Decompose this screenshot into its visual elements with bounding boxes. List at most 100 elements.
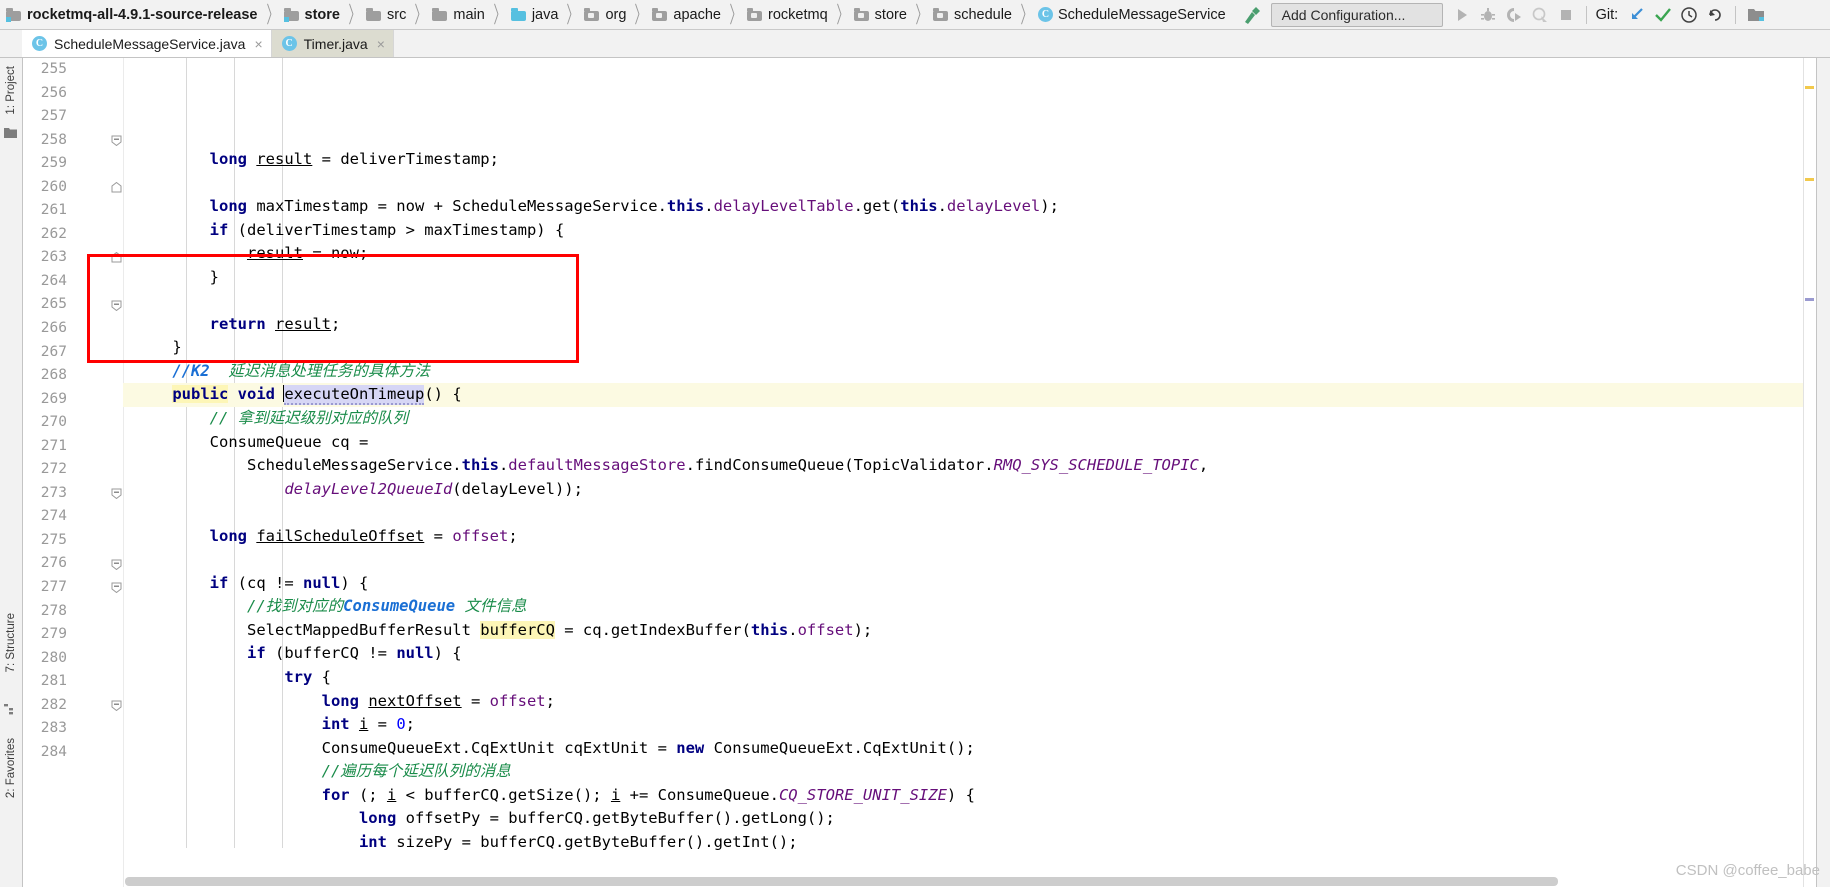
- code-line[interactable]: [123, 548, 1803, 572]
- sidebar-item-structure[interactable]: 7: Structure: [5, 613, 17, 672]
- close-icon[interactable]: ×: [254, 37, 262, 51]
- update-arrow-icon[interactable]: [1624, 3, 1650, 27]
- code-line[interactable]: public void executeOnTimeup() {: [123, 383, 1803, 408]
- editor-gutter[interactable]: 255 256 257 258 259 260 261 262 263 264 265 266 267 2…: [23, 58, 124, 887]
- editor-marker-strip[interactable]: [1803, 58, 1816, 887]
- horizontal-scrollbar[interactable]: [123, 877, 1789, 887]
- code-line[interactable]: //K2 延迟消息处理任务的具体方法: [123, 360, 1803, 384]
- code-line[interactable]: [123, 289, 1803, 313]
- package-icon: [932, 8, 949, 22]
- code-token: = cq.getIndexBuffer(: [554, 620, 751, 639]
- undo-icon[interactable]: [1702, 3, 1728, 27]
- line-number: 283: [40, 720, 67, 737]
- code-line[interactable]: long result = deliverTimestamp;: [123, 148, 1803, 172]
- code-line[interactable]: ConsumeQueue cq =: [123, 431, 1803, 455]
- play-icon[interactable]: [1449, 3, 1475, 27]
- run-coverage-icon[interactable]: [1501, 3, 1527, 27]
- code-line[interactable]: //遍历每个延迟队列的消息: [123, 760, 1803, 784]
- toolbar-divider-2: [1735, 5, 1737, 24]
- fold-collapse-icon[interactable]: [111, 559, 122, 570]
- code-line[interactable]: ScheduleMessageService.this.defaultMessa…: [123, 454, 1803, 478]
- code-line[interactable]: result = now;: [123, 242, 1803, 266]
- run-configuration-selector[interactable]: Add Configuration...: [1270, 2, 1443, 27]
- code-line[interactable]: delayLevel2QueueId(delayLevel));: [123, 478, 1803, 502]
- line-number: 276: [40, 555, 67, 572]
- code-line[interactable]: ConsumeQueueExt.CqExtUnit cqExtUnit = ne…: [123, 737, 1803, 761]
- package-icon: [853, 8, 870, 22]
- code-line[interactable]: long offsetPy = bufferCQ.getByteBuffer()…: [123, 807, 1803, 831]
- code-token: this: [666, 197, 705, 216]
- code-token: ) {: [340, 573, 369, 592]
- fold-collapse-icon[interactable]: [111, 135, 122, 146]
- breadcrumb-item-rocketmq[interactable]: rocketmq: [745, 7, 833, 23]
- checkmark-icon[interactable]: [1650, 3, 1676, 27]
- code-line[interactable]: if (deliverTimestamp > maxTimestamp) {: [123, 219, 1803, 243]
- sidebar-item-favorites[interactable]: 2: Favorites: [5, 738, 17, 798]
- line-number: 266: [40, 320, 67, 337]
- editor-tab-timer[interactable]: Timer.java ×: [271, 30, 394, 57]
- code-line[interactable]: SelectMappedBufferResult bufferCQ = cq.g…: [123, 619, 1803, 643]
- breadcrumb-item-org[interactable]: org: [582, 7, 631, 23]
- breadcrumb-item-schedule[interactable]: schedule: [931, 7, 1017, 23]
- code-line[interactable]: long maxTimestamp = now + ScheduleMessag…: [123, 195, 1803, 219]
- fold-end-icon[interactable]: [111, 252, 122, 263]
- project-icon[interactable]: [1743, 3, 1769, 27]
- code-line[interactable]: long failScheduleOffset = offset;: [123, 525, 1803, 549]
- fold-collapse-icon[interactable]: [111, 300, 122, 311]
- code-line[interactable]: if (bufferCQ != null) {: [123, 642, 1803, 666]
- scrollbar-thumb[interactable]: [125, 877, 1558, 886]
- code-line[interactable]: for (; i < bufferCQ.getSize(); i += Cons…: [123, 784, 1803, 808]
- breadcrumb-item-store[interactable]: store: [852, 7, 912, 23]
- code-token: =: [368, 715, 397, 734]
- code-text-area[interactable]: long result = deliverTimestamp; long max…: [123, 58, 1803, 887]
- fold-collapse-icon[interactable]: [111, 582, 122, 594]
- warning-marker[interactable]: [1805, 86, 1814, 89]
- code-line[interactable]: }: [123, 336, 1803, 360]
- code-line[interactable]: //找到对应的ConsumeQueue 文件信息: [123, 595, 1803, 619]
- breadcrumb-item-src[interactable]: src: [364, 7, 411, 23]
- profiler-icon[interactable]: [1527, 3, 1553, 27]
- git-label: Git:: [1595, 6, 1619, 23]
- info-marker[interactable]: [1805, 298, 1814, 301]
- code-line[interactable]: long nextOffset = offset;: [123, 690, 1803, 714]
- warning-marker[interactable]: [1805, 178, 1814, 181]
- code-line[interactable]: }: [123, 266, 1803, 290]
- fold-end-icon[interactable]: [111, 181, 122, 193]
- code-token: this: [750, 620, 789, 639]
- code-token: 文件信息: [455, 597, 527, 616]
- code-line[interactable]: [123, 172, 1803, 196]
- editor-tab-schedulemessageservice[interactable]: ScheduleMessageService.java ×: [22, 30, 272, 57]
- code-line[interactable]: if (cq != null) {: [123, 572, 1803, 596]
- java-class-icon: [281, 36, 297, 51]
- clock-icon[interactable]: [1676, 3, 1702, 27]
- code-token: ;: [331, 314, 341, 333]
- bug-icon[interactable]: [1475, 3, 1501, 27]
- hammer-icon[interactable]: [1241, 4, 1263, 26]
- close-icon[interactable]: ×: [377, 37, 385, 51]
- fold-collapse-icon[interactable]: [111, 488, 122, 499]
- code-line[interactable]: return result;: [123, 313, 1803, 337]
- breadcrumb-item-java[interactable]: java: [509, 7, 564, 23]
- breadcrumb-item-schedulemessageservice[interactable]: ScheduleMessageService: [1036, 7, 1231, 23]
- line-number: 268: [40, 367, 67, 384]
- breadcrumb-item-rocketmq-all-4-9-1-source-release[interactable]: rocketmq-all-4.9.1-source-release: [4, 7, 263, 23]
- breadcrumb-item-main[interactable]: main: [430, 7, 489, 23]
- sidebar-item-project[interactable]: 1: Project: [5, 66, 17, 115]
- code-line[interactable]: // 拿到延迟级别对应的队列: [123, 407, 1803, 431]
- code-token: ConsumeQueueExt.CqExtUnit();: [704, 738, 975, 757]
- code-token: failScheduleOffset: [256, 526, 425, 545]
- stop-icon[interactable]: [1553, 3, 1579, 27]
- breadcrumb-item-apache[interactable]: apache: [650, 7, 726, 23]
- code-line[interactable]: try {: [123, 666, 1803, 690]
- code-editor[interactable]: 255 256 257 258 259 260 261 262 263 264 265 266 267 2…: [23, 58, 1803, 887]
- run-configuration-label: Add Configuration...: [1281, 6, 1406, 23]
- code-line[interactable]: int i = 0;: [123, 713, 1803, 737]
- fold-collapse-icon[interactable]: [111, 700, 122, 711]
- code-line[interactable]: int sizePy = bufferCQ.getByteBuffer().ge…: [123, 831, 1803, 855]
- breadcrumb-item-store[interactable]: store: [282, 7, 345, 23]
- code-line[interactable]: [123, 501, 1803, 525]
